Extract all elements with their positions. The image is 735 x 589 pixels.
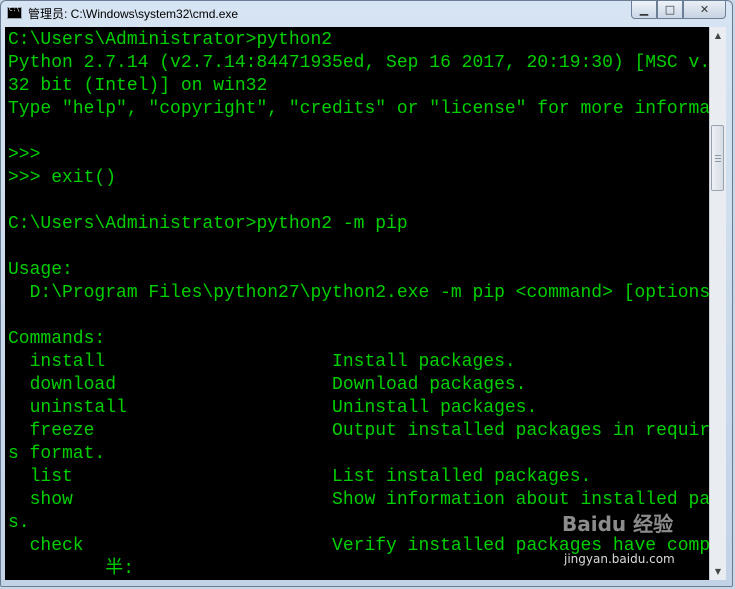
console-line: Python 2.7.14 (v2.7.14:84471935ed, Sep 1… (8, 53, 709, 73)
console-line: s format. (8, 444, 106, 464)
title-bar[interactable]: 管理员: C:\Windows\system32\cmd.exe ▁ □ ✕ (1, 1, 732, 25)
console-lines: C:\Users\Administrator>python2 Python 2.7… (8, 29, 709, 580)
console-line: list List installed packages. (8, 467, 592, 487)
scroll-thumb[interactable] (711, 125, 724, 191)
grip-line (715, 158, 721, 159)
console-line: Usage: (8, 260, 73, 280)
console-output[interactable]: C:\Users\Administrator>python2 Python 2.7… (5, 27, 709, 580)
scroll-down-arrow-icon[interactable]: ▼ (710, 563, 726, 580)
console-line: D:\Program Files\python27\python2.exe -m… (8, 283, 709, 303)
grip-line (715, 155, 721, 156)
maximize-button[interactable]: □ (657, 1, 683, 19)
window-title: 管理员: C:\Windows\system32\cmd.exe (28, 6, 239, 21)
console-line: install Install packages. (8, 352, 516, 372)
console-line: download Download packages. (8, 375, 527, 395)
console-line: C:\Users\Administrator>python2 -m pip (8, 214, 408, 234)
console-line: C:\Users\Administrator>python2 (8, 30, 333, 50)
console-line: 32 bit (Intel)] on win32 (8, 76, 268, 96)
scroll-up-arrow-icon[interactable]: ▲ (710, 27, 726, 44)
console-line: >>> (8, 145, 41, 165)
console-line: freeze Output installed packages in requ… (8, 421, 709, 441)
grip-line (715, 161, 721, 162)
console-line: Commands: (8, 329, 106, 349)
close-button[interactable]: ✕ (683, 1, 726, 19)
minimize-button[interactable]: ▁ (631, 1, 657, 19)
console-line: Type "help", "copyright", "credits" or "… (8, 99, 709, 119)
vertical-scrollbar[interactable]: ▲ ▼ (709, 27, 726, 580)
caption-buttons: ▁ □ ✕ (631, 1, 726, 19)
cmd-app-icon[interactable] (7, 6, 22, 19)
console-line: uninstall Uninstall packages. (8, 398, 538, 418)
cmd-window: 管理员: C:\Windows\system32\cmd.exe ▁ □ ✕ C… (0, 0, 733, 587)
baidu-jingyan-watermark: Baidu 经验 jingyan.baidu.com (562, 508, 675, 566)
watermark-logo: Baidu 经验 (562, 512, 674, 536)
watermark-url: jingyan.baidu.com (564, 552, 675, 566)
console-line: >>> exit() (8, 168, 117, 188)
